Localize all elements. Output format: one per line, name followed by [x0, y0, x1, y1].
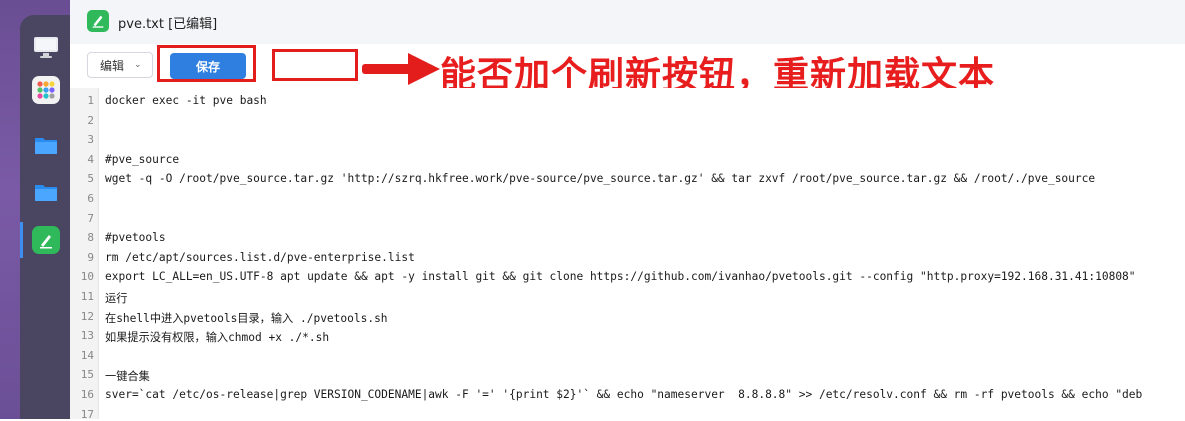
- line-number: 14: [80, 348, 94, 362]
- line-number: 7: [87, 211, 94, 225]
- line-number-gutter: 1 2 3 4 5 6 7 8 9 10 11 12 13 14 15 16 17: [70, 88, 99, 421]
- code-line: rm /etc/apt/sources.list.d/pve-enterpris…: [105, 250, 415, 264]
- line-number: 5: [87, 172, 94, 186]
- dock-active-indicator: [20, 222, 23, 258]
- code-line: wget -q -O /root/pve_source.tar.gz 'http…: [105, 172, 1096, 186]
- line-number: 1: [87, 94, 94, 107]
- code-line: 在shell中进入pvetools目录，输入 ./pvetools.sh: [105, 311, 388, 325]
- arrow-icon: [362, 53, 440, 85]
- chevron-down-icon: ⌄: [134, 60, 142, 70]
- text-editor[interactable]: 1 2 3 4 5 6 7 8 9 10 11 12 13 14 15 16 17 docker exec -i…: [70, 88, 1185, 421]
- edit-menu-label: 编辑: [100, 58, 125, 73]
- code-line: export LC_ALL=en_US.UTF-8 apt update && …: [105, 270, 1136, 284]
- code-line: #pve_source: [105, 152, 180, 166]
- title-bar: pve.txt [已编辑]: [70, 0, 1185, 45]
- code-line: docker exec -it pve bash: [105, 94, 267, 107]
- code-line: 一键合集: [105, 370, 150, 384]
- line-number: 2: [87, 113, 94, 127]
- code-line: #pvetools: [105, 231, 166, 245]
- edit-menu-dropdown[interactable]: 编辑 ⌄: [87, 52, 153, 78]
- line-number: 11: [80, 290, 94, 303]
- folder-icon[interactable]: [32, 178, 60, 206]
- text-editor-app-icon: [87, 10, 109, 32]
- line-number: 13: [80, 329, 94, 343]
- line-number: 16: [80, 388, 94, 401]
- dock: [0, 0, 70, 419]
- window-title: pve.txt [已编辑]: [118, 17, 218, 32]
- line-number: 9: [87, 250, 94, 264]
- line-number: 12: [80, 309, 94, 323]
- proposed-refresh-button-box: [272, 49, 358, 81]
- line-number: 6: [87, 192, 94, 205]
- line-number: 15: [80, 368, 94, 382]
- line-number: 3: [87, 133, 94, 147]
- line-number: 8: [87, 231, 94, 245]
- code-line: 如果提示没有权限，输入chmod +x ./*.sh: [105, 331, 330, 345]
- app-grid-icon[interactable]: [32, 76, 60, 104]
- code-line: 运行: [105, 292, 128, 305]
- folder-icon[interactable]: [32, 131, 60, 159]
- code-line: sver=`cat /etc/os-release|grep VERSION_C…: [105, 388, 1143, 401]
- text-editor-icon[interactable]: [32, 226, 60, 254]
- save-highlight-box: [157, 45, 256, 82]
- line-number: 4: [87, 152, 94, 166]
- monitor-icon[interactable]: [32, 33, 60, 61]
- line-number: 10: [80, 270, 94, 284]
